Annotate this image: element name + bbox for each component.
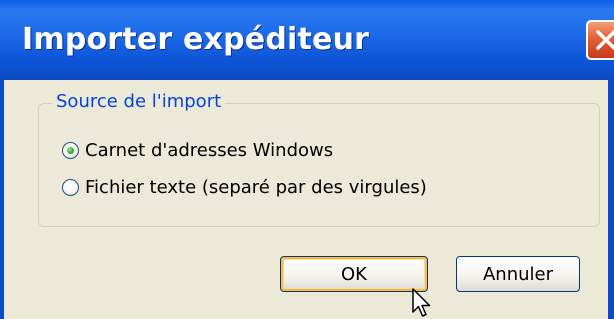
radio-option-text-file[interactable]: Fichier texte (separé par des virgules) — [62, 175, 427, 199]
window-border-right — [608, 80, 614, 319]
window-border-left — [0, 80, 4, 319]
mouse-pointer-icon — [412, 288, 431, 317]
import-source-groupbox — [38, 103, 600, 227]
radio-option-windows-address-book[interactable]: Carnet d'adresses Windows — [62, 138, 333, 162]
title-bar[interactable]: Importer expéditeur — [0, 0, 614, 80]
groupbox-label: Source de l'import — [52, 91, 226, 112]
radio-label: Carnet d'adresses Windows — [85, 139, 334, 161]
close-button[interactable] — [586, 20, 614, 60]
ok-button[interactable]: OK — [280, 256, 428, 292]
cancel-button[interactable]: Annuler — [456, 256, 580, 292]
close-icon — [596, 30, 614, 50]
radio-label: Fichier texte (separé par des virgules) — [85, 176, 427, 198]
radio-button-unchecked[interactable] — [62, 178, 79, 196]
radio-button-checked[interactable] — [62, 141, 79, 159]
window-title: Importer expéditeur — [22, 22, 370, 57]
